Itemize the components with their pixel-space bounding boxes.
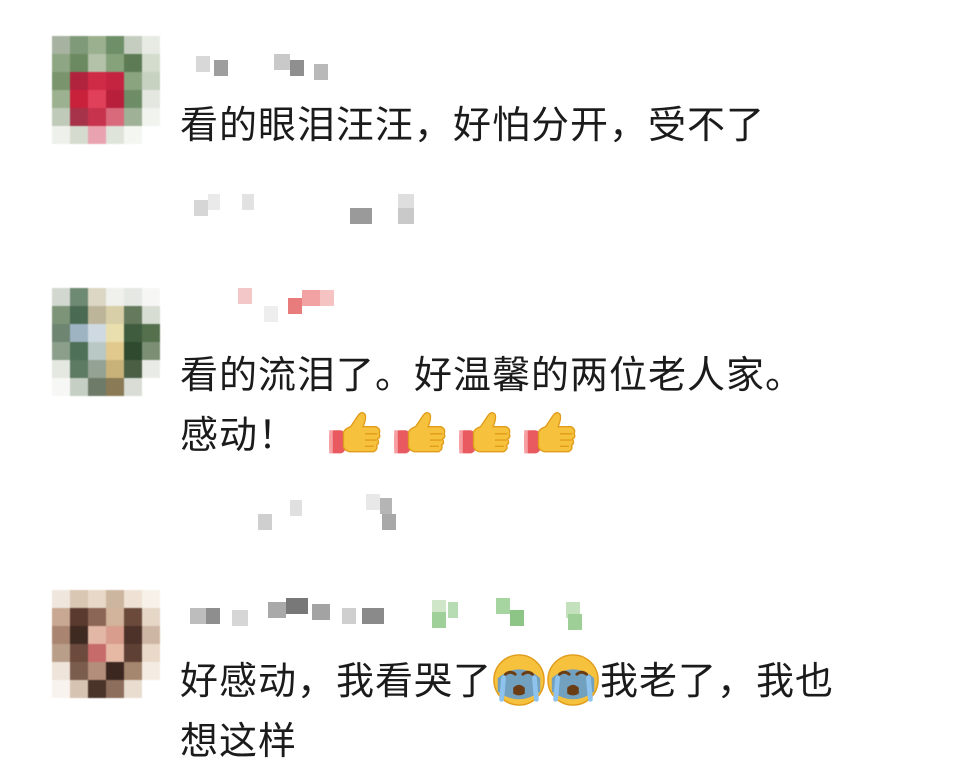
emoji-group bbox=[329, 406, 580, 464]
comment-text-prefix: 感动！ bbox=[180, 413, 298, 457]
comment-text: 看的眼泪汪汪，好怕分开，受不了 bbox=[180, 103, 766, 147]
comment-text-part-1: 好感动，我看哭了 bbox=[180, 659, 493, 703]
thumbs-up-icon bbox=[459, 411, 511, 453]
comment-text-line-2: 感动！ bbox=[180, 406, 580, 464]
thumbs-up-icon bbox=[329, 411, 381, 453]
comment-text-line-1: 看的流泪了。好温馨的两位老人家。 bbox=[180, 353, 805, 397]
crying-face-icon bbox=[493, 653, 545, 706]
thumbs-up-icon bbox=[524, 411, 576, 453]
comment-text-part-2: 我老了，我也 bbox=[600, 659, 835, 703]
comment-meta-blurred[interactable] bbox=[186, 494, 446, 530]
comment-meta-blurred[interactable] bbox=[186, 194, 446, 224]
comment-text-line-2: 想这样 bbox=[180, 719, 298, 763]
thumbs-up-icon bbox=[394, 411, 446, 453]
avatar[interactable] bbox=[52, 288, 160, 396]
username-blurred[interactable] bbox=[186, 54, 346, 84]
crying-face-icon bbox=[547, 653, 599, 706]
avatar[interactable] bbox=[52, 36, 160, 144]
username-blurred[interactable] bbox=[186, 594, 606, 630]
comment-text-line-1: 好感动，我看哭了 我老了，我也 bbox=[180, 652, 834, 711]
username-blurred[interactable] bbox=[186, 284, 346, 322]
avatar[interactable] bbox=[52, 590, 160, 698]
